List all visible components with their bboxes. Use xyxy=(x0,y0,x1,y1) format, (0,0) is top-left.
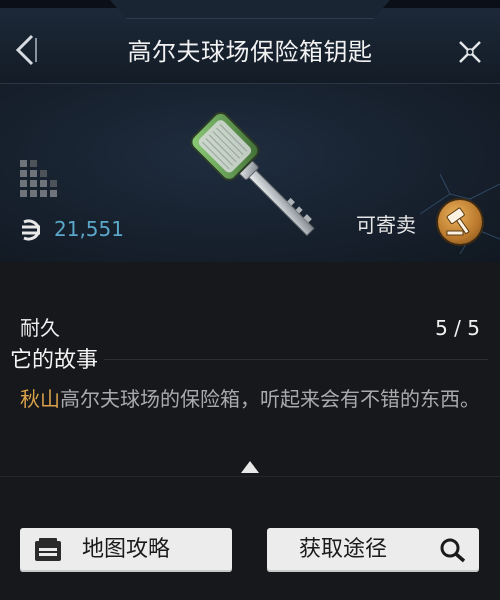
map-guide-button[interactable]: 地图攻略 xyxy=(20,528,232,572)
acquisition-button[interactable]: 获取途径 xyxy=(267,528,479,572)
close-icon xyxy=(459,41,481,63)
safe-key-icon xyxy=(190,111,315,237)
close-button[interactable] xyxy=(452,34,488,70)
bottom-divider xyxy=(0,476,500,477)
map-guide-icon xyxy=(35,538,61,561)
tradeable-label: 可寄卖 xyxy=(356,213,416,237)
page-title: 高尔夫球场保险箱钥匙 xyxy=(127,38,373,66)
durability-label: 耐久 xyxy=(20,316,60,340)
back-button[interactable] xyxy=(10,30,44,70)
map-guide-label: 地图攻略 xyxy=(82,537,171,562)
story-text: 秋山高尔夫球场的保险箱，听起来会有不错的东西。 xyxy=(20,382,480,416)
item-price: 21,551 xyxy=(54,217,124,241)
auction-hammer-icon xyxy=(446,207,470,236)
item-detail-screen: 高尔夫球场保险箱钥匙 21,551 可寄卖 耐久 5 / 5 它的故事 秋山高尔… xyxy=(0,0,500,600)
item-showcase: 21,551 可寄卖 xyxy=(0,84,500,262)
expand-arrow-icon[interactable] xyxy=(241,461,259,473)
currency-icon xyxy=(22,219,41,241)
auction-button[interactable] xyxy=(438,200,482,244)
chevron-left-icon xyxy=(15,34,37,66)
story-body: 高尔夫球场的保险箱，听起来会有不错的东西。 xyxy=(60,387,480,411)
item-details: 耐久 5 / 5 它的故事 秋山高尔夫球场的保险箱，听起来会有不错的东西。 地图… xyxy=(0,262,500,600)
story-location-highlight: 秋山 xyxy=(20,387,60,411)
search-icon xyxy=(440,538,466,563)
rarity-grid-icon xyxy=(20,160,57,197)
header: 高尔夫球场保险箱钥匙 xyxy=(0,0,500,84)
header-notch xyxy=(110,0,390,19)
story-title: 它的故事 xyxy=(10,346,105,376)
durability-value: 5 / 5 xyxy=(435,316,480,340)
acquisition-label: 获取途径 xyxy=(299,537,388,562)
